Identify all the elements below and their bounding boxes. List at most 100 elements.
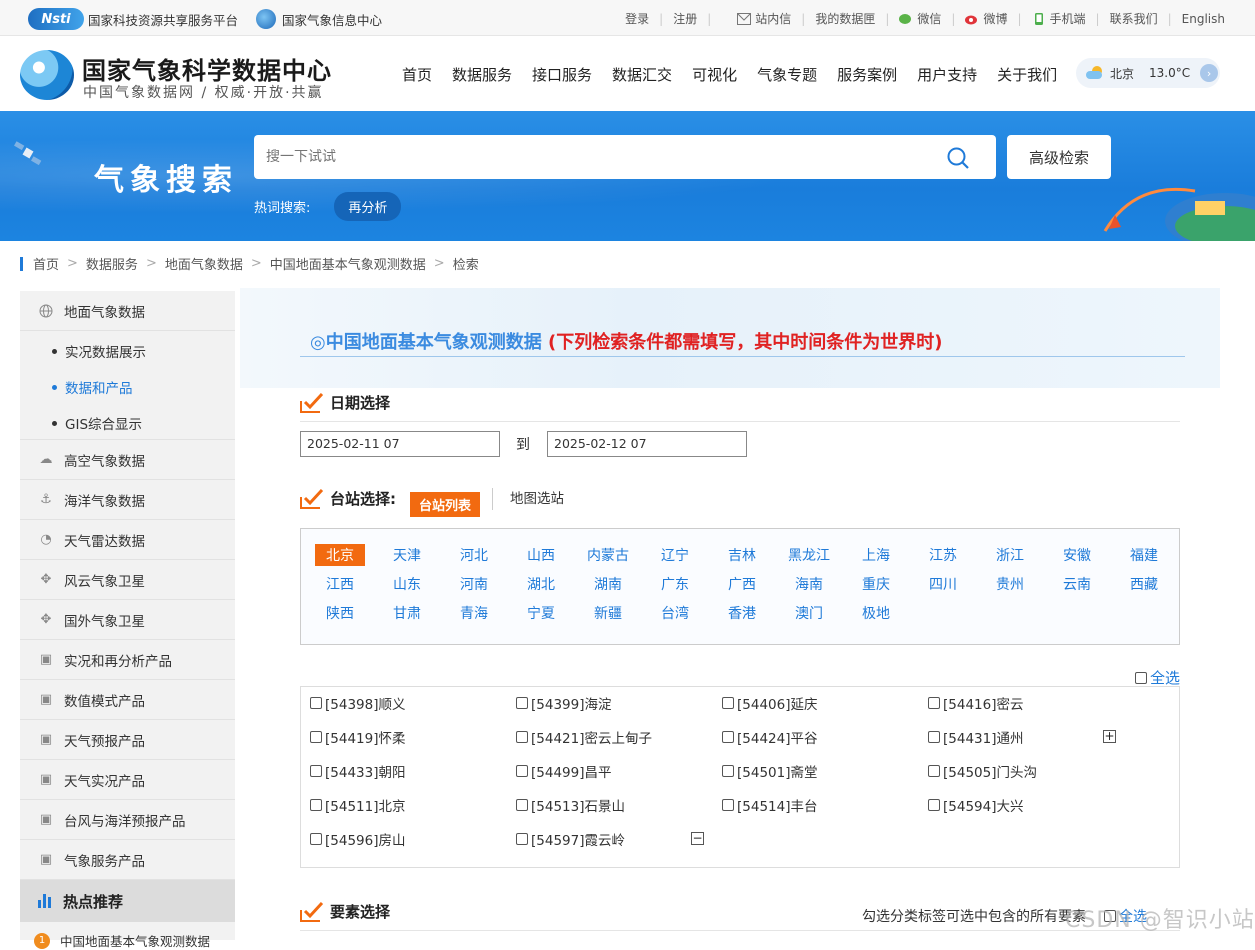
province-option[interactable]: 四川 bbox=[918, 573, 968, 595]
checkbox[interactable] bbox=[310, 697, 322, 709]
station-option[interactable]: [54511]北京 bbox=[310, 795, 405, 815]
station-option[interactable]: [54594]大兴 bbox=[928, 795, 1023, 815]
nav-support[interactable]: 用户支持 bbox=[907, 64, 987, 85]
province-option[interactable]: 澳门 bbox=[784, 602, 834, 624]
checkbox[interactable] bbox=[928, 697, 940, 709]
tab-station-list[interactable]: 台站列表 bbox=[410, 492, 481, 517]
province-option[interactable]: 湖南 bbox=[583, 573, 633, 595]
cma-link[interactable]: 国家气象信息中心 bbox=[282, 10, 382, 29]
nav-api[interactable]: 接口服务 bbox=[522, 64, 602, 85]
search-input[interactable] bbox=[266, 149, 926, 165]
province-option[interactable]: 新疆 bbox=[583, 602, 633, 624]
checkbox[interactable] bbox=[722, 799, 734, 811]
checkbox[interactable] bbox=[928, 765, 940, 777]
station-option[interactable]: [54501]斋堂 bbox=[722, 761, 817, 781]
province-option[interactable]: 北京 bbox=[315, 544, 365, 566]
province-option[interactable]: 山东 bbox=[382, 573, 432, 595]
sidebar-sub-gis[interactable]: GIS综合显示 bbox=[52, 413, 142, 433]
province-option[interactable]: 江西 bbox=[315, 573, 365, 595]
sidebar-item-radar[interactable]: ◔ 天气雷达数据 bbox=[20, 520, 235, 560]
province-option[interactable]: 吉林 bbox=[717, 544, 767, 566]
crumb-dataset[interactable]: 中国地面基本气象观测数据 bbox=[270, 254, 426, 273]
my-data-link[interactable]: 我的数据匣 bbox=[815, 10, 875, 27]
province-option[interactable]: 上海 bbox=[851, 544, 901, 566]
province-option[interactable]: 内蒙古 bbox=[583, 544, 633, 566]
register-link[interactable]: 注册 bbox=[673, 10, 697, 27]
province-option[interactable]: 香港 bbox=[717, 602, 767, 624]
tab-map-select[interactable]: 地图选站 bbox=[492, 488, 564, 510]
sidebar-item-service[interactable]: ▣ 气象服务产品 bbox=[20, 840, 235, 880]
sidebar-item-nwp[interactable]: ▣ 数值模式产品 bbox=[20, 680, 235, 720]
checkbox[interactable] bbox=[516, 833, 528, 845]
province-option[interactable]: 宁夏 bbox=[516, 602, 566, 624]
sidebar-item-reanalysis[interactable]: ▣ 实况和再分析产品 bbox=[20, 640, 235, 680]
province-option[interactable]: 江苏 bbox=[918, 544, 968, 566]
chevron-right-icon[interactable]: › bbox=[1200, 64, 1219, 82]
checkbox[interactable] bbox=[722, 765, 734, 777]
province-option[interactable]: 浙江 bbox=[985, 544, 1035, 566]
province-option[interactable]: 天津 bbox=[382, 544, 432, 566]
sidebar-item-foreign-satellite[interactable]: ✥ 国外气象卫星 bbox=[20, 600, 235, 640]
province-option[interactable]: 极地 bbox=[851, 602, 901, 624]
checkbox[interactable] bbox=[310, 833, 322, 845]
province-option[interactable]: 西藏 bbox=[1119, 573, 1169, 595]
nav-home[interactable]: 首页 bbox=[392, 64, 442, 85]
sidebar-item-forecast[interactable]: ▣ 天气预报产品 bbox=[20, 720, 235, 760]
checkbox[interactable] bbox=[516, 731, 528, 743]
crumb-data-service[interactable]: 数据服务 bbox=[86, 254, 138, 273]
province-option[interactable]: 河南 bbox=[449, 573, 499, 595]
province-option[interactable]: 河北 bbox=[449, 544, 499, 566]
nav-visualization[interactable]: 可视化 bbox=[682, 64, 747, 85]
station-option[interactable]: [54421]密云上甸子 bbox=[516, 727, 652, 747]
province-option[interactable]: 山西 bbox=[516, 544, 566, 566]
sidebar-item-upper-air[interactable]: ☁ 高空气象数据 bbox=[20, 440, 235, 480]
sidebar-item-fy-satellite[interactable]: ✥ 风云气象卫星 bbox=[20, 560, 235, 600]
checkbox[interactable] bbox=[1135, 671, 1147, 684]
collapse-button[interactable]: − bbox=[691, 832, 704, 845]
province-option[interactable]: 青海 bbox=[449, 602, 499, 624]
station-option[interactable]: [54505]门头沟 bbox=[928, 761, 1037, 781]
checkbox[interactable] bbox=[516, 697, 528, 709]
checkbox[interactable] bbox=[722, 731, 734, 743]
checkbox[interactable] bbox=[928, 799, 940, 811]
search-icon[interactable] bbox=[946, 146, 970, 170]
nsti-link[interactable]: Nsti 国家科技资源共享服务平台 bbox=[28, 8, 238, 30]
nav-data-submit[interactable]: 数据汇交 bbox=[602, 64, 682, 85]
end-date-input[interactable]: 2025-02-12 07 bbox=[547, 431, 747, 457]
mail-link[interactable]: 站内信 bbox=[755, 10, 791, 27]
sidebar-item-surface[interactable]: 地面气象数据 bbox=[20, 291, 235, 331]
nav-data-service[interactable]: 数据服务 bbox=[442, 64, 522, 85]
station-option[interactable]: [54431]通州 bbox=[928, 727, 1023, 747]
start-date-input[interactable]: 2025-02-11 07 bbox=[300, 431, 500, 457]
province-option[interactable]: 黑龙江 bbox=[784, 544, 834, 566]
weather-widget[interactable]: 北京 13.0°C › bbox=[1076, 58, 1220, 88]
mobile-link[interactable]: 手机端 bbox=[1050, 10, 1086, 27]
station-option[interactable]: [54513]石景山 bbox=[516, 795, 625, 815]
province-option[interactable]: 安徽 bbox=[1052, 544, 1102, 566]
weibo-link[interactable]: 微博 bbox=[983, 10, 1007, 27]
checkbox[interactable] bbox=[310, 799, 322, 811]
province-option[interactable]: 台湾 bbox=[650, 602, 700, 624]
province-option[interactable]: 重庆 bbox=[851, 573, 901, 595]
station-option[interactable]: [54424]平谷 bbox=[722, 727, 817, 747]
sidebar-sub-products[interactable]: 数据和产品 bbox=[52, 377, 133, 397]
checkbox[interactable] bbox=[722, 697, 734, 709]
station-option[interactable]: [54596]房山 bbox=[310, 829, 405, 849]
station-option[interactable]: [54419]怀柔 bbox=[310, 727, 405, 747]
checkbox[interactable] bbox=[310, 731, 322, 743]
nav-topics[interactable]: 气象专题 bbox=[747, 64, 827, 85]
contact-link[interactable]: 联系我们 bbox=[1110, 10, 1158, 27]
crumb-surface-data[interactable]: 地面气象数据 bbox=[165, 254, 243, 273]
station-option[interactable]: [54416]密云 bbox=[928, 693, 1023, 713]
sidebar-item-ocean[interactable]: ⚓ 海洋气象数据 bbox=[20, 480, 235, 520]
province-option[interactable]: 福建 bbox=[1119, 544, 1169, 566]
station-option[interactable]: [54398]顺义 bbox=[310, 693, 405, 713]
sidebar-item-typhoon[interactable]: ▣ 台风与海洋预报产品 bbox=[20, 800, 235, 840]
province-option[interactable]: 贵州 bbox=[985, 573, 1035, 595]
station-option[interactable]: [54399]海淀 bbox=[516, 693, 611, 713]
nav-about[interactable]: 关于我们 bbox=[987, 64, 1067, 85]
expand-button[interactable]: + bbox=[1103, 730, 1116, 743]
station-option[interactable]: [54433]朝阳 bbox=[310, 761, 405, 781]
station-option[interactable]: [54597]霞云岭 bbox=[516, 829, 625, 849]
province-option[interactable]: 甘肃 bbox=[382, 602, 432, 624]
